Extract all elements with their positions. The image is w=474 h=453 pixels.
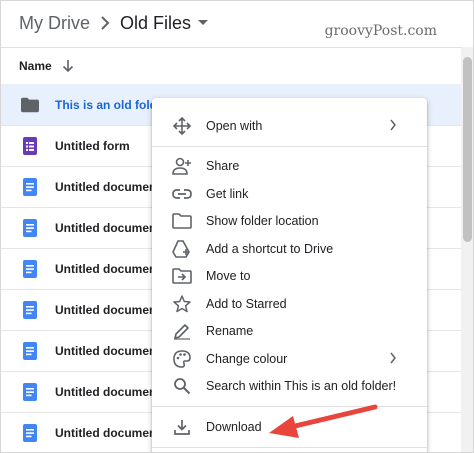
menu-divider xyxy=(152,446,427,448)
scrollbar-thumb[interactable] xyxy=(463,57,472,242)
menu-item-label: Open with xyxy=(206,118,263,133)
folder-outline-icon xyxy=(172,211,192,231)
file-name: Untitled document xyxy=(55,426,161,440)
chevron-right-icon xyxy=(389,352,397,364)
file-name: Untitled document xyxy=(55,221,161,235)
menu-item-move-to[interactable]: Move to xyxy=(152,263,427,291)
menu-item-rename[interactable]: Rename xyxy=(152,318,427,346)
context-menu: Open with Share Get link Show folder loc… xyxy=(152,98,427,452)
menu-item-label: Rename xyxy=(206,324,254,339)
menu-item-change-colour[interactable]: Change colour xyxy=(152,345,427,373)
add-person-icon xyxy=(172,156,192,176)
chevron-right-icon xyxy=(389,119,397,131)
menu-item-share[interactable]: Share xyxy=(152,153,427,181)
column-header-name[interactable]: Name xyxy=(19,59,74,73)
document-icon xyxy=(21,260,39,278)
column-header-label: Name xyxy=(19,59,52,73)
download-icon xyxy=(172,417,192,437)
document-icon xyxy=(21,424,39,442)
folder-icon xyxy=(21,96,39,114)
pencil-icon xyxy=(172,321,192,341)
menu-item-get-link[interactable]: Get link xyxy=(152,180,427,208)
menu-item-label: Share xyxy=(206,159,240,174)
document-icon xyxy=(21,383,39,401)
star-outline-icon xyxy=(172,294,192,314)
palette-icon xyxy=(172,349,192,369)
menu-item-open-with[interactable]: Open with xyxy=(152,112,427,140)
breadcrumb: My Drive Old Files xyxy=(19,9,209,37)
menu-item-label: Download xyxy=(206,419,262,434)
menu-item-label: Change colour xyxy=(206,351,288,366)
document-icon xyxy=(21,342,39,360)
menu-divider xyxy=(152,145,427,147)
menu-item-label: Add to Starred xyxy=(206,296,287,311)
scrollbar[interactable] xyxy=(461,47,473,452)
menu-item-label: Add a shortcut to Drive xyxy=(206,241,334,256)
menu-item-label: Show folder location xyxy=(206,214,319,229)
breadcrumb-current-folder[interactable]: Old Files xyxy=(120,13,191,34)
file-name: Untitled document xyxy=(55,385,161,399)
header-divider xyxy=(1,47,461,48)
drive-window: My Drive Old Files groovyPost.com Name T… xyxy=(0,0,474,453)
move-to-folder-icon xyxy=(172,266,192,286)
file-name: Untitled document xyxy=(55,303,161,317)
menu-item-show-folder-location[interactable]: Show folder location xyxy=(152,208,427,236)
dropdown-arrow-icon[interactable] xyxy=(197,19,209,27)
menu-item-add-shortcut[interactable]: Add a shortcut to Drive xyxy=(152,235,427,263)
menu-item-label: Move to xyxy=(206,269,251,284)
document-icon xyxy=(21,301,39,319)
drive-shortcut-icon xyxy=(172,239,192,259)
chevron-right-icon xyxy=(100,16,110,30)
sort-arrow-down-icon[interactable] xyxy=(62,59,74,73)
document-icon xyxy=(21,219,39,237)
move-arrows-icon xyxy=(172,116,192,136)
file-name: Untitled document xyxy=(55,344,161,358)
menu-item-search-within[interactable]: Search within This is an old folder! xyxy=(152,373,427,401)
file-name: Untitled document xyxy=(55,262,161,276)
file-name: Untitled form xyxy=(55,139,130,153)
watermark: groovyPost.com xyxy=(324,23,437,39)
menu-item-label: Search within This is an old folder! xyxy=(206,379,397,394)
menu-item-add-to-starred[interactable]: Add to Starred xyxy=(152,290,427,318)
file-name: Untitled document xyxy=(55,180,161,194)
document-icon xyxy=(21,178,39,196)
search-icon xyxy=(172,376,192,396)
breadcrumb-my-drive[interactable]: My Drive xyxy=(19,13,90,34)
annotation-arrow-icon xyxy=(269,404,378,438)
form-icon xyxy=(21,137,39,155)
link-icon xyxy=(172,184,192,204)
menu-item-label: Get link xyxy=(206,186,249,201)
